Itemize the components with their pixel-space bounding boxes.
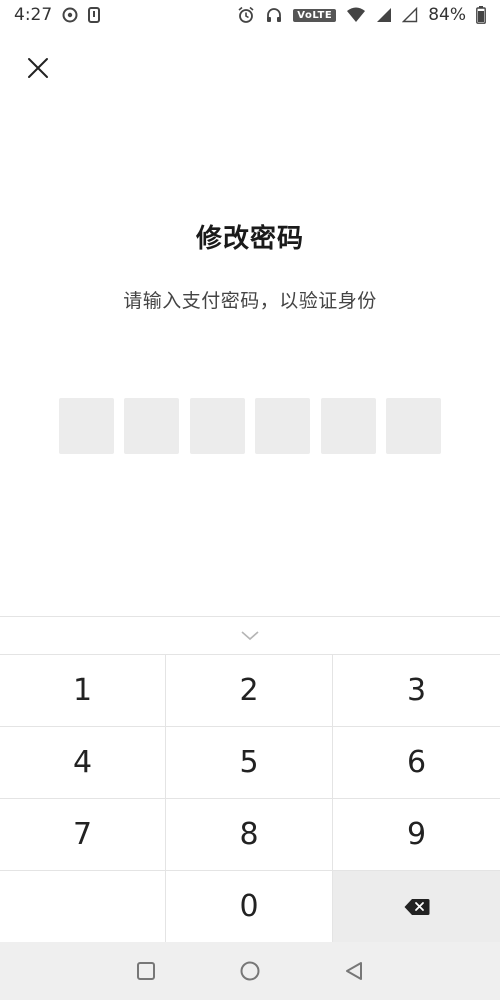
wifi-icon (346, 7, 366, 23)
system-nav-bar (0, 942, 500, 1000)
key-blank (0, 871, 166, 943)
signal-icon (376, 7, 392, 23)
page-subtitle: 请输入支付密码，以验证身份 (123, 290, 377, 312)
recent-apps-button[interactable] (133, 958, 159, 984)
pin-digit-box[interactable] (385, 398, 441, 454)
key-0[interactable]: 0 (166, 871, 333, 943)
pin-digit-box[interactable] (59, 398, 114, 454)
square-icon (137, 962, 155, 980)
key-1[interactable]: 1 (0, 655, 166, 727)
page-title: 修改密码 (195, 224, 304, 254)
backspace-key[interactable] (333, 871, 500, 943)
pin-digit-box[interactable] (124, 398, 180, 454)
keypad-grid: 1 2 3 4 5 6 7 8 9 0 (0, 655, 500, 943)
key-6[interactable]: 6 (333, 727, 500, 799)
key-2[interactable]: 2 (166, 655, 333, 727)
volte-badge: VoLTE (293, 8, 337, 22)
key-4[interactable]: 4 (0, 727, 166, 799)
key-9[interactable]: 9 (333, 799, 500, 871)
home-button[interactable] (237, 958, 263, 984)
chevron-down-icon (241, 630, 259, 640)
key-5[interactable]: 5 (166, 727, 333, 799)
back-button[interactable] (341, 958, 367, 984)
numeric-keyboard: 1 2 3 4 5 6 7 8 9 0 (0, 616, 500, 943)
battery-percent: 84% (428, 5, 466, 25)
netease-music-icon (62, 7, 78, 23)
headphones-icon (265, 6, 283, 24)
alarm-icon (237, 6, 255, 24)
pin-digit-box[interactable] (189, 398, 245, 454)
signal-empty-icon (402, 7, 418, 23)
status-time: 4:27 (14, 5, 53, 25)
pin-input[interactable] (59, 398, 441, 454)
key-7[interactable]: 7 (0, 799, 166, 871)
circle-icon (240, 961, 260, 981)
close-icon (28, 58, 48, 78)
pin-digit-box[interactable] (320, 398, 376, 454)
key-8[interactable]: 8 (166, 799, 333, 871)
battery-icon (476, 6, 486, 24)
close-button[interactable] (22, 52, 54, 84)
notification-icon (88, 7, 101, 23)
backspace-icon (404, 898, 429, 915)
triangle-back-icon (346, 962, 362, 980)
status-bar: 4:27 VoLTE 84% (0, 0, 500, 30)
pin-digit-box[interactable] (255, 398, 311, 454)
collapse-keyboard-button[interactable] (0, 617, 500, 655)
key-3[interactable]: 3 (333, 655, 500, 727)
screen: 4:27 VoLTE 84% 修改密码 请输入支付密码，以验证身份 1 2 3 … (0, 0, 500, 1000)
